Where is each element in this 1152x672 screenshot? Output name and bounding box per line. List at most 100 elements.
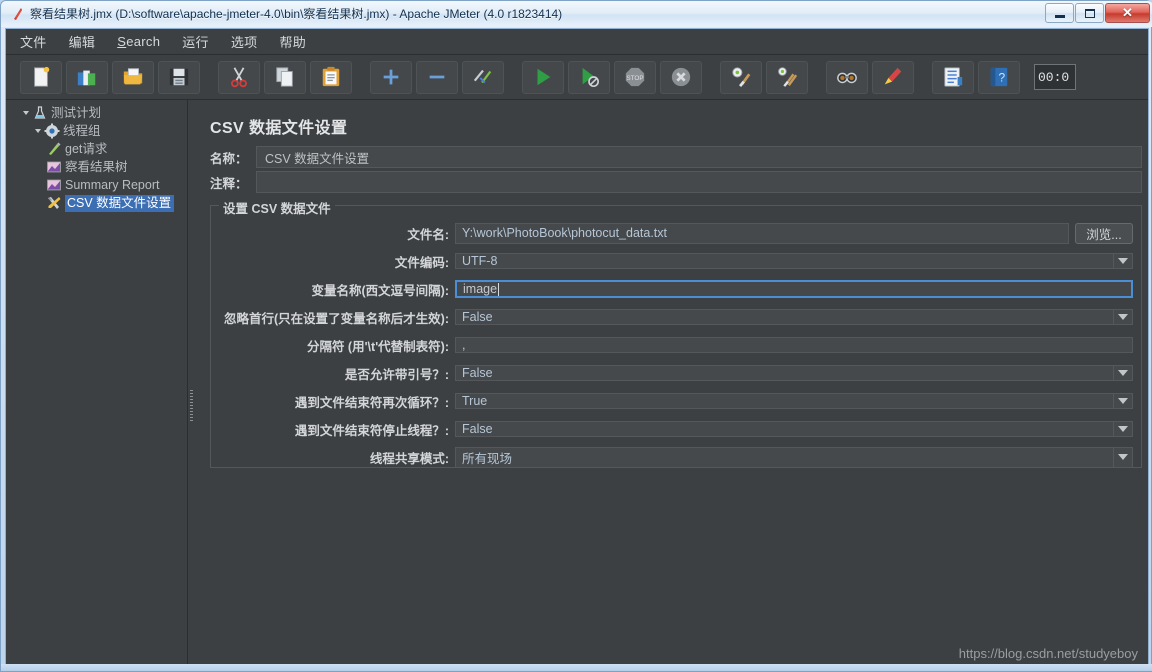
group-legend: 设置 CSV 数据文件	[219, 198, 335, 217]
collapse-all-button[interactable]	[416, 60, 458, 94]
file-encoding-combo[interactable]: UTF-8	[455, 253, 1133, 269]
comment-row: 注释：	[204, 171, 1142, 193]
field-row-variable-names: 变量名称(西文逗号间隔): image	[219, 278, 1133, 300]
browse-button[interactable]: 浏览...	[1075, 222, 1133, 244]
cut-button[interactable]	[218, 60, 260, 94]
ignore-first-line-combo[interactable]: False	[455, 309, 1133, 325]
menu-search[interactable]: Search	[117, 34, 160, 49]
expand-all-icon	[383, 69, 399, 85]
tree-item-summary-report[interactable]: Summary Report	[6, 176, 187, 194]
recycle-on-eof-combo[interactable]: True	[455, 393, 1133, 409]
chevron-down-icon[interactable]	[1113, 447, 1132, 467]
field-row-delimiter: 分隔符 (用'\t'代替制表符): ,	[219, 334, 1133, 356]
help-button[interactable]: ?	[978, 60, 1020, 94]
clear-button[interactable]	[720, 60, 762, 94]
templates-button[interactable]	[66, 60, 108, 94]
window-bottom-edge	[1, 664, 1152, 671]
maximize-button[interactable]	[1075, 3, 1104, 23]
sharing-mode-combo[interactable]: 所有现场	[455, 446, 1133, 468]
field-row-ignore-first-line: 忽略首行(只在设置了变量名称后才生效): False	[219, 306, 1133, 328]
menu-bar: 文件 编辑 Search 运行 选项 帮助	[6, 29, 1148, 55]
title-bar[interactable]: 察看结果树.jmx (D:\software\apache-jmeter-4.0…	[1, 1, 1152, 27]
filename-input[interactable]: Y:\work\PhotoBook\photocut_data.txt	[455, 222, 1069, 244]
copy-icon	[276, 67, 293, 87]
recycle-on-eof-value: True	[462, 394, 488, 408]
thread-group-icon	[44, 123, 60, 139]
paste-icon	[322, 66, 340, 87]
new-button[interactable]	[20, 60, 62, 94]
stop-thread-on-eof-value: False	[462, 422, 493, 436]
menu-options[interactable]: 选项	[231, 32, 258, 51]
variable-names-input[interactable]: image	[455, 280, 1133, 298]
application-window: 察看结果树.jmx (D:\software\apache-jmeter-4.0…	[0, 0, 1152, 672]
expand-arrow-icon[interactable]	[20, 107, 32, 119]
ignore-first-line-label: 忽略首行(只在设置了变量名称后才生效):	[224, 311, 449, 326]
tree-label: CSV 数据文件设置	[65, 194, 175, 212]
paste-button[interactable]	[310, 60, 352, 94]
variable-names-value: image	[463, 282, 498, 296]
window-controls: ✕	[1045, 3, 1150, 23]
file-encoding-label: 文件编码:	[394, 255, 449, 270]
name-row: 名称： CSV 数据文件设置	[204, 146, 1142, 168]
sharing-mode-label: 线程共享模式:	[369, 451, 449, 466]
field-row-recycle-on-eof: 遇到文件结束符再次循环？: True	[219, 390, 1133, 412]
tree-label: 察看结果树	[65, 159, 128, 174]
copy-button[interactable]	[264, 60, 306, 94]
name-input[interactable]: CSV 数据文件设置	[256, 146, 1142, 168]
field-row-filename: 文件名: Y:\work\PhotoBook\photocut_data.txt…	[219, 222, 1133, 244]
field-row-stop-thread-on-eof: 遇到文件结束符停止线程？: False	[219, 418, 1133, 440]
chevron-down-icon[interactable]	[1113, 422, 1132, 436]
tree-item-test-plan[interactable]: 测试计划	[6, 104, 187, 122]
comment-label: 注释：	[210, 176, 248, 191]
chevron-down-icon[interactable]	[1113, 254, 1132, 268]
toggle-button[interactable]	[462, 60, 504, 94]
shutdown-button[interactable]	[660, 60, 702, 94]
sharing-mode-value: 所有现场	[462, 451, 513, 466]
save-button[interactable]	[158, 60, 200, 94]
minimize-button[interactable]	[1045, 3, 1074, 23]
comment-input[interactable]	[256, 171, 1142, 193]
start-button[interactable]	[522, 60, 564, 94]
open-button[interactable]	[112, 60, 154, 94]
chevron-down-icon[interactable]	[1113, 394, 1132, 408]
chevron-down-icon[interactable]	[1113, 366, 1132, 380]
menu-help[interactable]: 帮助	[279, 32, 306, 51]
tree-item-view-results-tree[interactable]: 察看结果树	[6, 158, 187, 176]
start-no-pauses-button[interactable]	[568, 60, 610, 94]
tree-item-get-request[interactable]: get请求	[6, 140, 187, 158]
field-row-file-encoding: 文件编码: UTF-8	[219, 250, 1133, 272]
menu-run[interactable]: 运行	[182, 32, 209, 51]
menu-file[interactable]: 文件	[20, 32, 47, 51]
splitter-grip[interactable]	[190, 390, 193, 422]
stop-thread-on-eof-combo[interactable]: False	[455, 421, 1133, 437]
stop-button[interactable]: STOP	[614, 60, 656, 94]
stop-thread-on-eof-label: 遇到文件结束符停止线程？:	[294, 423, 449, 438]
clear-icon	[732, 67, 751, 88]
recycle-on-eof-label: 遇到文件结束符再次循环？:	[294, 395, 449, 410]
delimiter-input[interactable]: ,	[455, 337, 1133, 353]
reset-search-icon	[884, 67, 902, 85]
test-plan-tree[interactable]: 测试计划 线程组 get请求 察看结果树 Summary Report CSV …	[6, 100, 188, 665]
menu-edit[interactable]: 编辑	[69, 32, 96, 51]
reset-search-button[interactable]	[872, 60, 914, 94]
jmeter-feather-icon	[14, 8, 22, 20]
csv-data-set-icon	[48, 197, 61, 209]
view-results-tree-icon	[47, 161, 61, 173]
search-button[interactable]	[826, 60, 868, 94]
tree-item-thread-group[interactable]: 线程组	[6, 122, 187, 140]
page-title: CSV 数据文件设置	[210, 120, 348, 137]
function-helper-button[interactable]	[932, 60, 974, 94]
clear-all-button[interactable]	[766, 60, 808, 94]
allow-quoted-data-combo[interactable]: False	[455, 365, 1133, 381]
chevron-down-icon[interactable]	[1113, 310, 1132, 324]
close-button[interactable]: ✕	[1105, 3, 1150, 23]
toggle-icon	[473, 69, 492, 84]
start-icon	[537, 68, 551, 86]
watermark-text: https://blog.csdn.net/studyeboy	[958, 646, 1138, 661]
name-label: 名称：	[210, 151, 248, 166]
start-no-pauses-icon	[582, 67, 599, 87]
panel-splitter[interactable]	[188, 100, 196, 665]
expand-all-button[interactable]	[370, 60, 412, 94]
tree-item-csv-data-set[interactable]: CSV 数据文件设置	[6, 194, 187, 212]
expand-arrow-icon[interactable]	[32, 125, 44, 137]
